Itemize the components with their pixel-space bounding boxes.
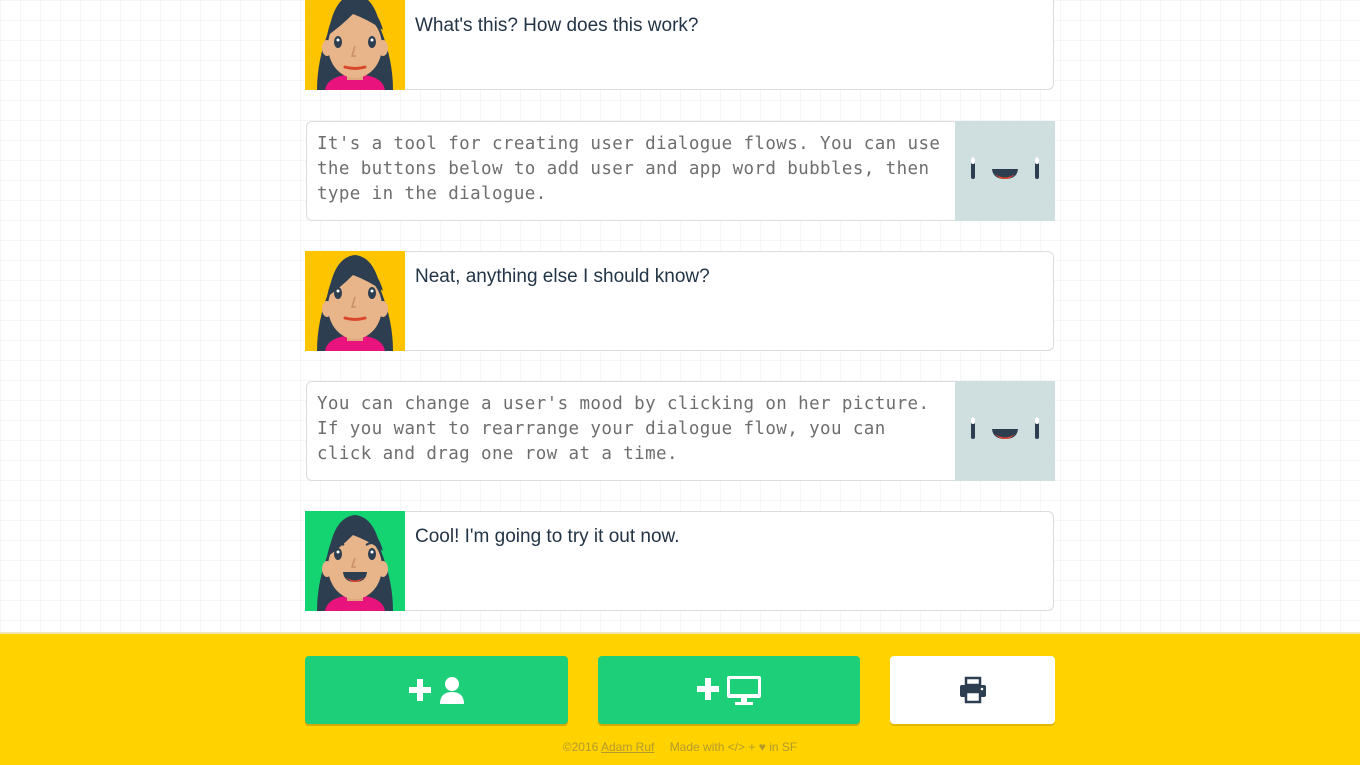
footer-made-with: Made with </> + bbox=[669, 740, 759, 754]
dialogue-row-user[interactable]: Cool! I'm going to try it out now. bbox=[305, 511, 1055, 611]
app-bubble[interactable]: You can change a user's mood by clicking… bbox=[306, 381, 956, 481]
app-avatar[interactable] bbox=[955, 121, 1055, 221]
print-button[interactable] bbox=[890, 656, 1055, 724]
dialogue-row-user[interactable]: Neat, anything else I should know? bbox=[305, 251, 1055, 351]
dialogue-row-app[interactable]: You can change a user's mood by clicking… bbox=[305, 381, 1055, 481]
app-avatar[interactable] bbox=[955, 381, 1055, 481]
dialogue-row-app[interactable]: It's a tool for creating user dialogue f… bbox=[305, 121, 1055, 221]
footer: ©2016 Adam Ruf Made with </> + ♥ in SF bbox=[0, 740, 1360, 754]
author-link[interactable]: Adam Ruf bbox=[601, 740, 654, 754]
app-face-icon bbox=[971, 417, 1039, 439]
footer-location: in SF bbox=[765, 740, 798, 754]
user-avatar[interactable] bbox=[305, 251, 405, 351]
user-bubble[interactable]: What's this? How does this work? bbox=[405, 0, 1054, 90]
user-face-icon bbox=[305, 0, 405, 90]
app-bubble[interactable]: It's a tool for creating user dialogue f… bbox=[306, 121, 956, 221]
footer-copyright: ©2016 bbox=[562, 740, 599, 754]
add-user-button[interactable] bbox=[305, 656, 568, 724]
heart-icon: ♥ bbox=[758, 740, 766, 754]
user-happy-face-icon bbox=[305, 511, 405, 611]
plus-user-icon bbox=[408, 677, 464, 704]
user-avatar[interactable] bbox=[305, 0, 405, 90]
user-avatar[interactable] bbox=[305, 511, 405, 611]
user-face-icon bbox=[305, 251, 405, 351]
app-face-icon bbox=[971, 157, 1039, 179]
toolbar: ©2016 Adam Ruf Made with </> + ♥ in SF bbox=[0, 632, 1360, 765]
plus-monitor-icon bbox=[697, 676, 761, 705]
user-bubble[interactable]: Neat, anything else I should know? bbox=[405, 251, 1054, 351]
dialogue-row-user[interactable]: What's this? How does this work? bbox=[305, 0, 1055, 90]
printer-icon bbox=[959, 676, 986, 704]
user-bubble[interactable]: Cool! I'm going to try it out now. bbox=[405, 511, 1054, 611]
add-app-button[interactable] bbox=[598, 656, 860, 724]
